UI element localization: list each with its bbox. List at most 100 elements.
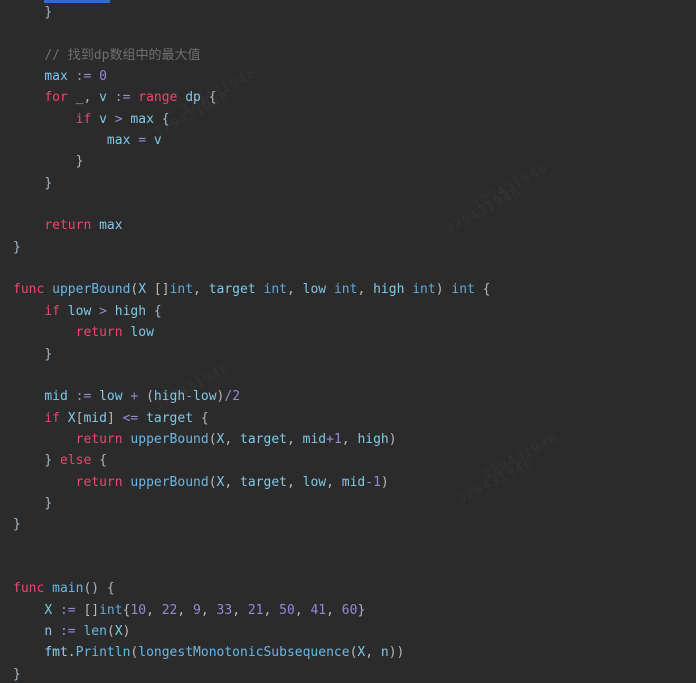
code-token: dp bbox=[185, 90, 201, 106]
code-line[interactable]: mid := low + (high-low)/2 bbox=[0, 386, 696, 407]
code-line[interactable]: return upperBound(X, target, mid+1, high… bbox=[0, 429, 696, 450]
code-line[interactable]: for _, v := range dp { bbox=[0, 87, 696, 108]
code-token: { bbox=[91, 453, 107, 469]
code-token: { bbox=[200, 90, 217, 106]
code-line[interactable]: return max bbox=[0, 215, 696, 236]
code-token: low bbox=[193, 389, 217, 405]
code-line[interactable] bbox=[0, 258, 696, 279]
code-line[interactable]: fmt.Println(longestMonotonicSubsequence(… bbox=[0, 642, 696, 663]
code-token: { bbox=[153, 111, 170, 127]
code-token: low bbox=[99, 389, 123, 405]
code-line[interactable]: max := 0 bbox=[0, 66, 696, 87]
code-token: 1 bbox=[373, 474, 381, 490]
code-token: high bbox=[114, 303, 147, 319]
code-token: max bbox=[106, 133, 131, 149]
code-token: X bbox=[44, 602, 53, 618]
code-token: - bbox=[185, 389, 194, 405]
code-token: := bbox=[75, 69, 92, 85]
code-token: int bbox=[451, 282, 475, 298]
code-token: , bbox=[341, 431, 358, 447]
code-token: ( bbox=[208, 474, 217, 490]
code-token: Println bbox=[75, 645, 131, 661]
code-line[interactable]: // 找到dp数组中的最大值 bbox=[0, 45, 696, 66]
code-token: longestMonotonicSubsequence bbox=[138, 645, 350, 661]
code-token: 21 bbox=[247, 602, 264, 618]
code-token: , bbox=[286, 282, 303, 298]
code-token: X bbox=[114, 623, 123, 639]
code-line[interactable]: } else { bbox=[0, 450, 696, 471]
code-token: low bbox=[302, 282, 327, 298]
code-token: } bbox=[44, 175, 53, 191]
code-line[interactable]: if X[mid] <= target { bbox=[0, 408, 696, 429]
code-token: , bbox=[83, 90, 100, 106]
code-line[interactable]: func main() { bbox=[0, 578, 696, 599]
code-line[interactable] bbox=[0, 23, 696, 44]
code-token: mid bbox=[83, 410, 107, 426]
code-token: v bbox=[153, 133, 162, 149]
code-line[interactable]: func upperBound(X []int, target int, low… bbox=[0, 279, 696, 300]
code-line[interactable] bbox=[0, 536, 696, 557]
code-token: , bbox=[286, 474, 303, 490]
code-token: max bbox=[44, 69, 68, 85]
code-token: mid bbox=[44, 389, 68, 405]
code-line[interactable]: } bbox=[0, 344, 696, 365]
code-line[interactable]: return upperBound(X, target, low, mid-1) bbox=[0, 472, 696, 493]
code-line[interactable]: max = v bbox=[0, 130, 696, 151]
code-token: 0 bbox=[99, 69, 107, 85]
code-line[interactable]: } bbox=[0, 2, 696, 23]
code-token: := bbox=[59, 623, 76, 639]
code-token: / bbox=[224, 389, 233, 405]
code-line[interactable]: } bbox=[0, 664, 696, 683]
code-line[interactable]: } bbox=[0, 237, 696, 258]
code-line[interactable]: n := len(X) bbox=[0, 621, 696, 642]
code-token: { bbox=[474, 282, 491, 298]
code-token: } bbox=[13, 239, 21, 255]
code-line[interactable]: if v > max { bbox=[0, 109, 696, 130]
code-token: } bbox=[44, 453, 60, 469]
code-token: target bbox=[240, 431, 287, 447]
code-line[interactable]: } bbox=[0, 151, 696, 172]
code-line[interactable] bbox=[0, 557, 696, 578]
code-line[interactable]: } bbox=[0, 173, 696, 194]
code-line[interactable]: } bbox=[0, 514, 696, 535]
code-token: := bbox=[75, 389, 92, 405]
code-line[interactable] bbox=[0, 365, 696, 386]
code-token: v bbox=[99, 90, 107, 106]
code-token: , bbox=[294, 602, 311, 618]
code-token: , bbox=[326, 474, 342, 490]
code-token: ) bbox=[435, 282, 452, 298]
code-line[interactable]: X := []int{10, 22, 9, 33, 21, 50, 41, 60… bbox=[0, 600, 696, 621]
code-token: 50 bbox=[279, 602, 295, 618]
code-token: main bbox=[52, 581, 84, 597]
code-line[interactable]: } bbox=[0, 493, 696, 514]
code-line[interactable] bbox=[0, 194, 696, 215]
code-line[interactable]: if low > high { bbox=[0, 301, 696, 322]
code-line[interactable]: return low bbox=[0, 322, 696, 343]
code-token: mid bbox=[302, 431, 327, 447]
code-token: return bbox=[75, 325, 123, 341]
code-token: int bbox=[412, 282, 436, 298]
code-content[interactable]: } // 找到dp数组中的最大值 max := 0 for _, v := ra… bbox=[0, 0, 696, 683]
code-token: := bbox=[114, 90, 131, 106]
code-token: n bbox=[44, 623, 53, 639]
code-token: n bbox=[380, 645, 389, 661]
code-token: upperBound bbox=[130, 474, 209, 490]
